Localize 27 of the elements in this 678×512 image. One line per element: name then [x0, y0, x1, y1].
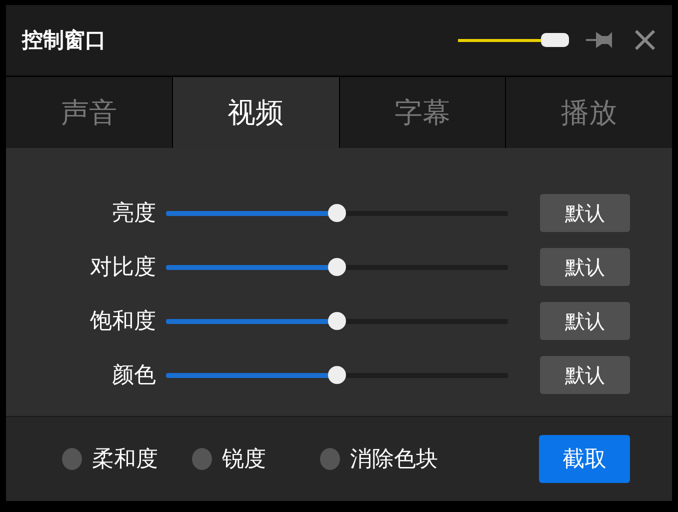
- slider-label: 对比度: [88, 254, 156, 282]
- slider-thumb[interactable]: [328, 366, 346, 384]
- option-label: 锐度: [222, 446, 266, 474]
- radio-button[interactable]: [192, 448, 212, 470]
- slider-thumb[interactable]: [540, 33, 569, 47]
- capture-button[interactable]: 截取: [539, 435, 630, 483]
- tab[interactable]: 字幕: [340, 76, 506, 148]
- option-label: 消除色块: [350, 446, 438, 474]
- radio-button[interactable]: [320, 448, 340, 470]
- default-button[interactable]: 默认: [540, 248, 630, 286]
- close-icon: [634, 29, 656, 51]
- radio-button[interactable]: [62, 448, 82, 470]
- opacity-slider[interactable]: [458, 30, 568, 50]
- window-title: 控制窗口: [22, 27, 107, 54]
- tab[interactable]: 视频: [172, 76, 340, 148]
- default-button[interactable]: 默认: [540, 194, 630, 232]
- close-button[interactable]: [634, 29, 656, 51]
- default-button[interactable]: 默认: [540, 356, 630, 394]
- slider-label: 亮度: [110, 200, 156, 228]
- slider-thumb[interactable]: [328, 204, 346, 222]
- slider-label: 颜色: [110, 362, 156, 390]
- option-label: 柔和度: [92, 446, 158, 474]
- slider-thumb[interactable]: [328, 312, 346, 330]
- slider-thumb[interactable]: [328, 258, 346, 276]
- slider-label: 饱和度: [88, 308, 156, 336]
- default-button[interactable]: 默认: [540, 302, 630, 340]
- tab[interactable]: 声音: [6, 76, 173, 148]
